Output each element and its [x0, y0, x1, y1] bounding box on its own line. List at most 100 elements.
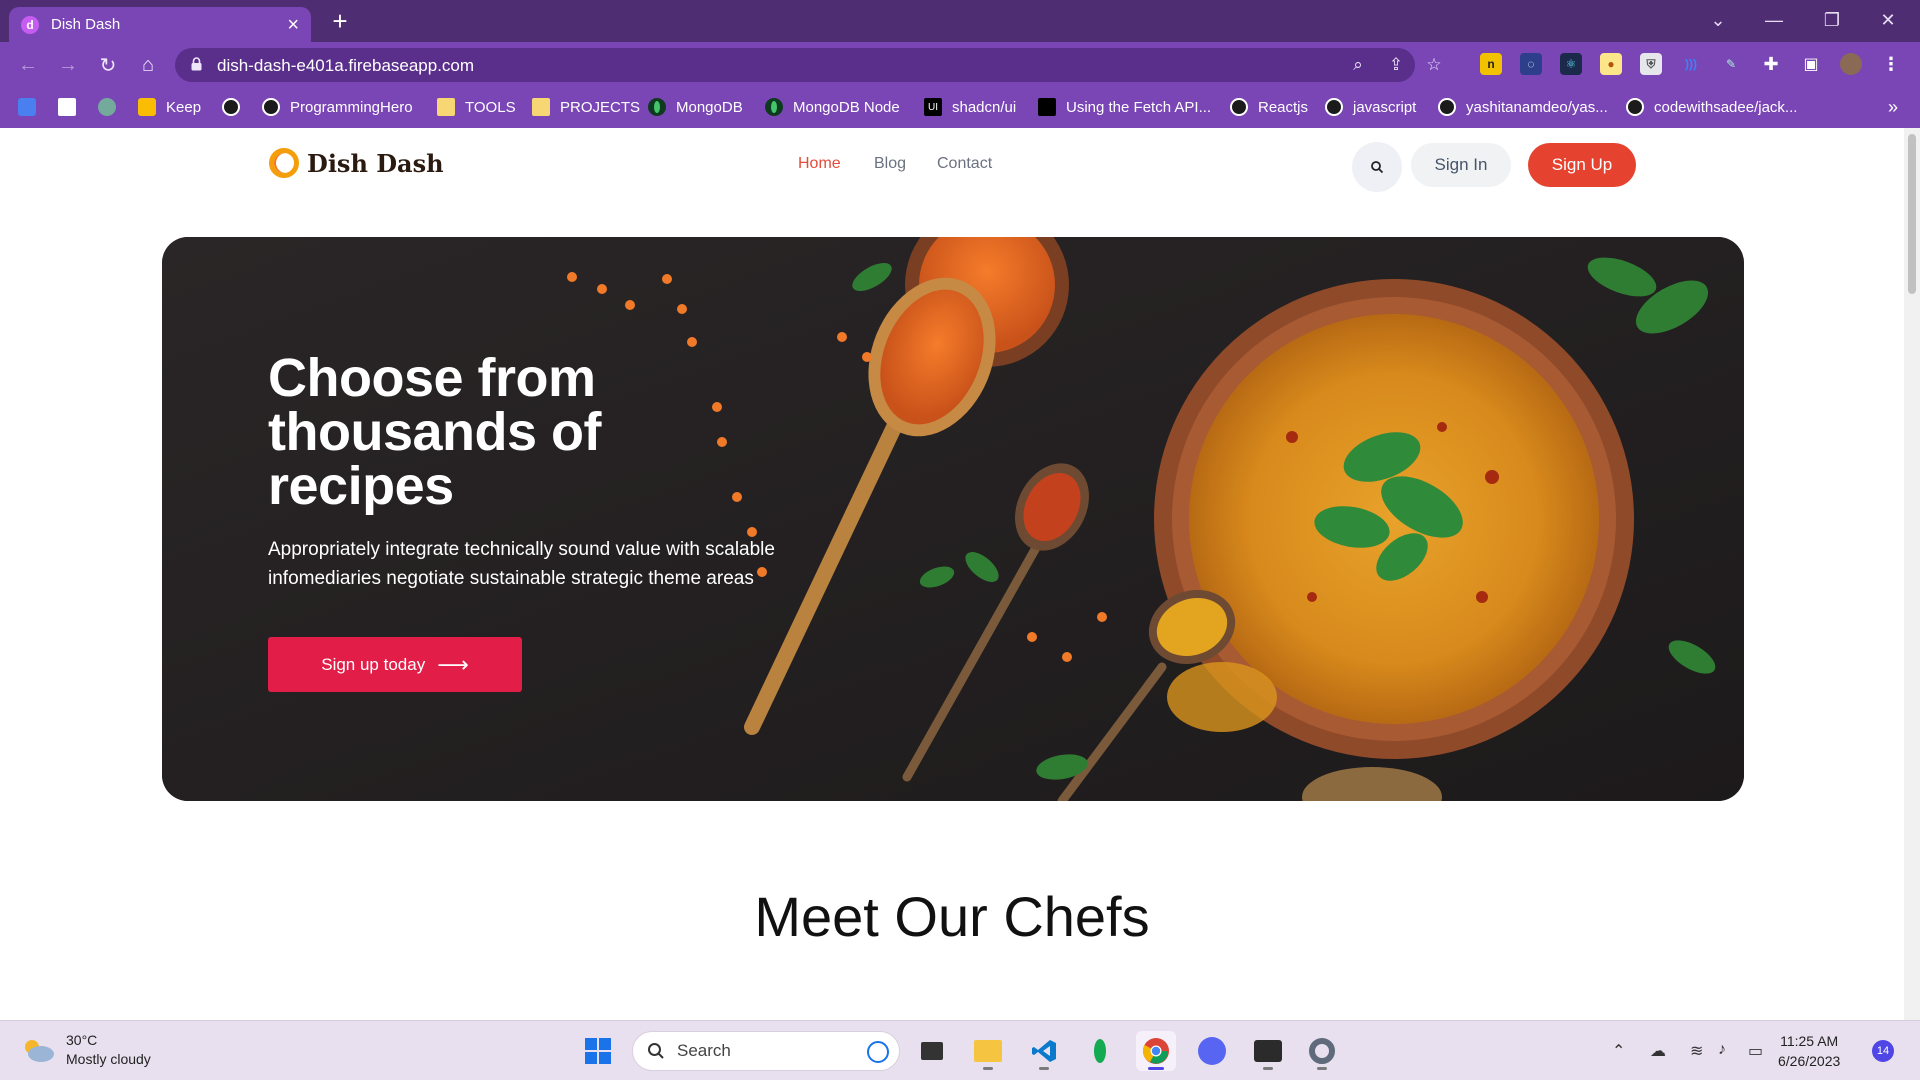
meet-our-chefs-heading: Meet Our Chefs	[754, 885, 1150, 948]
github-icon	[1626, 98, 1644, 116]
bookmark-translate[interactable]	[18, 98, 46, 116]
vscode-logo-icon	[1032, 1040, 1056, 1062]
home-icon[interactable]: ⌂	[134, 51, 162, 79]
mdn-icon	[1038, 98, 1056, 116]
bookmark-keep[interactable]: Keep	[138, 98, 201, 116]
bookmark-tools[interactable]: TOOLS	[437, 98, 516, 116]
bookmark-shadcn[interactable]: UI shadcn/ui	[924, 98, 1016, 116]
mongodb-leaf-icon	[648, 98, 666, 116]
share-icon[interactable]: ⇪	[1385, 54, 1407, 76]
bookmark-programminghero[interactable]: ProgrammingHero	[262, 98, 413, 116]
search-button[interactable]	[1352, 142, 1402, 192]
github-icon	[222, 98, 240, 116]
web-page: Dish Dash Home Blog Contact Sign In Sign…	[0, 128, 1904, 1020]
tab-close-icon[interactable]: ×	[287, 15, 299, 35]
close-window-icon[interactable]: ✕	[1868, 6, 1908, 34]
running-indicator	[1317, 1067, 1327, 1070]
chrome-icon[interactable]	[1136, 1031, 1176, 1071]
battery-icon[interactable]: ▭	[1748, 1041, 1763, 1061]
bookmark-fetch-api[interactable]: Using the Fetch API...	[1038, 98, 1211, 116]
nav-home-link[interactable]: Home	[798, 155, 841, 173]
github-icon	[1438, 98, 1456, 116]
new-tab-plus-icon[interactable]: +	[326, 7, 354, 35]
bookmark-codewithsadee[interactable]: codewithsadee/jack...	[1626, 98, 1797, 116]
browser-menu-icon[interactable]: ⋮	[1880, 53, 1902, 75]
browser-tab-dish-dash[interactable]: d Dish Dash ×	[9, 7, 311, 42]
vscode-icon[interactable]	[1024, 1031, 1064, 1071]
github-icon	[262, 98, 280, 116]
more-bookmarks-icon[interactable]: »	[1888, 97, 1898, 118]
shadcn-ui-icon: UI	[924, 98, 942, 116]
terminal-icon[interactable]	[1248, 1031, 1288, 1071]
discord-icon[interactable]	[1192, 1031, 1232, 1071]
chrome-logo-icon	[1142, 1038, 1169, 1064]
tab-favicon-icon: d	[21, 15, 39, 34]
sign-in-button[interactable]: Sign In	[1411, 143, 1511, 187]
logo-ring-icon	[269, 148, 299, 178]
start-button[interactable]	[578, 1031, 618, 1071]
onedrive-icon[interactable]: ☁	[1650, 1041, 1666, 1061]
folder-icon	[437, 98, 455, 116]
extension-icon[interactable]: ✎	[1720, 53, 1742, 75]
taskbar-search-label: Search	[677, 1041, 731, 1060]
mongodb-compass-icon[interactable]	[1080, 1031, 1120, 1071]
sign-up-button[interactable]: Sign Up	[1528, 143, 1636, 187]
taskbar-clock[interactable]: 11:25 AM 6/26/2023	[1778, 1031, 1840, 1071]
file-explorer-icon[interactable]	[968, 1031, 1008, 1071]
bookmark-reactjs[interactable]: Reactjs	[1230, 98, 1308, 116]
bookmark-mongodb-node[interactable]: MongoDB Node	[765, 98, 900, 116]
bookmark-star-icon[interactable]: ☆	[1423, 54, 1445, 76]
lock-icon	[191, 57, 202, 71]
bookmark-github[interactable]	[222, 98, 250, 116]
tab-search-chevron-icon[interactable]: ⌄	[1698, 6, 1738, 34]
extensions-puzzle-icon[interactable]: ✚	[1760, 53, 1782, 75]
nav-blog-link[interactable]: Blog	[874, 155, 906, 173]
bookmark-projects[interactable]: PROJECTS	[532, 98, 640, 116]
bookmark-yashitanamdeo[interactable]: yashitanamdeo/yas...	[1438, 98, 1608, 116]
zoom-icon[interactable]: ⌕	[1347, 54, 1369, 76]
tray-chevron-up-icon[interactable]: ⌃	[1612, 1041, 1625, 1061]
bookmark-t[interactable]	[58, 98, 86, 116]
weather-temperature: 30°C	[66, 1032, 98, 1048]
wifi-icon[interactable]: ≋	[1690, 1041, 1703, 1061]
extension-icon[interactable]: ◌	[1520, 53, 1542, 75]
reload-icon[interactable]: ↻	[94, 51, 122, 79]
bing-icon	[867, 1041, 889, 1063]
discord-logo-icon	[1198, 1037, 1226, 1065]
search-icon	[648, 1043, 664, 1059]
settings-icon[interactable]	[1302, 1031, 1342, 1071]
address-bar[interactable]: dish-dash-e401a.firebaseapp.com ⌕ ⇪ ☆	[175, 48, 1442, 82]
notification-badge[interactable]: 14	[1872, 1040, 1894, 1062]
extension-icon[interactable]: n	[1480, 53, 1502, 75]
mongodb-leaf-icon	[765, 98, 783, 116]
folder-icon	[532, 98, 550, 116]
sign-up-today-button[interactable]: Sign up today ⟶	[268, 637, 522, 692]
extension-icon[interactable]: )))	[1680, 53, 1702, 75]
windows-logo-icon	[585, 1038, 611, 1064]
extension-icon[interactable]: ●	[1600, 53, 1622, 75]
react-devtools-icon[interactable]: ⚛	[1560, 53, 1582, 75]
side-panel-icon[interactable]: ▣	[1800, 53, 1822, 75]
hero-description: Appropriately integrate technically soun…	[268, 539, 775, 589]
bookmark-mongodb[interactable]: MongoDB	[648, 98, 743, 116]
clock-time: 11:25 AM	[1780, 1033, 1839, 1049]
restore-icon[interactable]: ❐	[1812, 6, 1852, 34]
cta-label: Sign up today	[321, 654, 426, 674]
minimize-icon[interactable]: —	[1754, 6, 1794, 34]
profile-avatar[interactable]	[1840, 53, 1862, 75]
weather-widget[interactable]: 30°C Mostly cloudy	[20, 1031, 151, 1069]
shield-icon[interactable]: ⛨	[1640, 53, 1662, 75]
hero-title: Choose from thousands of recipes	[268, 348, 601, 516]
page-scrollbar[interactable]	[1904, 128, 1920, 1020]
forward-arrow-icon[interactable]: →	[54, 51, 82, 79]
bookmark-javascript[interactable]: javascript	[1325, 98, 1416, 116]
volume-icon[interactable]: ♪	[1718, 1041, 1726, 1059]
scrollbar-thumb[interactable]	[1908, 134, 1916, 294]
site-logo[interactable]: Dish Dash	[269, 148, 444, 178]
taskbar-search[interactable]: Search	[632, 1031, 900, 1071]
nav-contact-link[interactable]: Contact	[937, 155, 992, 173]
task-view-icon[interactable]	[912, 1031, 952, 1071]
bookmark-chatgpt[interactable]	[98, 98, 126, 116]
gear-icon	[1309, 1038, 1335, 1064]
back-arrow-icon[interactable]: ←	[14, 51, 42, 79]
